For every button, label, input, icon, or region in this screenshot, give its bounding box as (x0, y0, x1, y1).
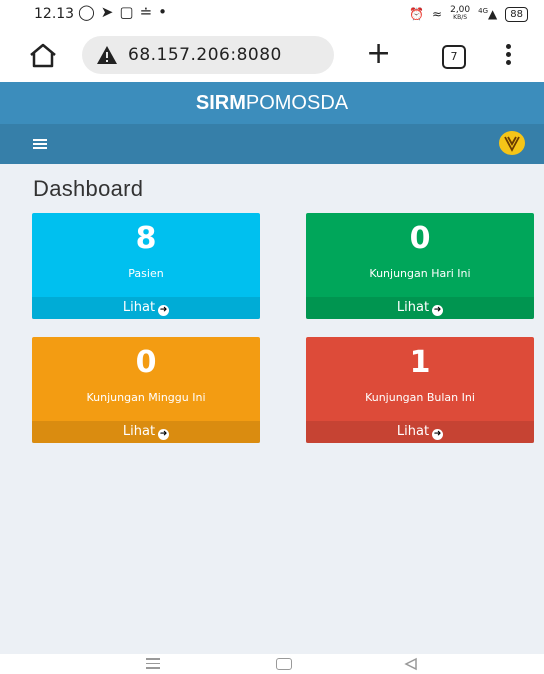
alarm-icon: ⏰ (409, 7, 425, 21)
stat-box-kunjungan-hari-ini: 0 Kunjungan Hari Ini Lihat ➜ (306, 213, 534, 319)
notification-icons: ◯➤▢≐• (78, 3, 173, 21)
url-text[interactable]: 68.157.206:8080 (128, 45, 282, 65)
tab-count: 7 (450, 50, 458, 63)
battery-level: 88 (510, 8, 523, 20)
stat-label: Pasien (128, 267, 164, 280)
app-logo[interactable]: SIRMPOMOSDA (0, 82, 544, 124)
network-type: 4G (478, 7, 489, 15)
lihat-label: Lihat (396, 300, 430, 315)
arrow-right-circle-icon: ➜ (432, 429, 444, 440)
brand-light: POMOSDA (245, 92, 349, 114)
page-title: Dashboard (33, 176, 144, 201)
plus-icon[interactable]: + (366, 36, 391, 72)
stat-box-kunjungan-bulan-ini: 1 Kunjungan Bulan Ini Lihat ➜ (306, 337, 534, 443)
home-button-icon[interactable] (276, 658, 292, 670)
data-speed-icon: 2,00 KB/S (450, 6, 470, 22)
stat-label: Kunjungan Bulan Ini (365, 391, 475, 404)
lihat-link[interactable]: Lihat ➜ (32, 421, 260, 443)
lihat-label: Lihat (122, 300, 156, 315)
signal-icon: 4G▲ (478, 7, 498, 21)
tv-icon: ▢ (119, 3, 140, 21)
stat-label: Kunjungan Minggu Ini (86, 391, 206, 404)
hamburger-icon[interactable] (33, 139, 47, 149)
stat-value: 1 (409, 345, 431, 380)
brand-bold: SIRM (195, 92, 246, 114)
content-area: Dashboard 8 Pasien Lihat ➜ 0 Kunjungan Ha… (0, 164, 544, 654)
logo-icon[interactable] (498, 130, 526, 156)
stat-box-kunjungan-minggu-ini: 0 Kunjungan Minggu Ini Lihat ➜ (32, 337, 260, 443)
lihat-label: Lihat (396, 424, 430, 439)
status-bar: 12.13 ◯➤▢≐• ⏰ ≈ 2,00 KB/S 4G▲ 88 (0, 0, 544, 28)
stat-box-pasien: 8 Pasien Lihat ➜ (32, 213, 260, 319)
warning-icon[interactable] (96, 45, 118, 65)
telegram-icon: ➤ (100, 3, 120, 21)
arrow-right-circle-icon: ➜ (158, 429, 170, 440)
lihat-link[interactable]: Lihat ➜ (306, 421, 534, 443)
home-icon[interactable] (28, 42, 58, 68)
arrow-right-circle-icon: ➜ (432, 305, 444, 316)
browser-toolbar: 68.157.206:8080 + 7 (0, 28, 544, 82)
speed-unit: KB/S (453, 14, 468, 21)
lihat-link[interactable]: Lihat ➜ (306, 297, 534, 319)
stat-value: 0 (409, 221, 431, 256)
back-icon[interactable] (404, 657, 418, 671)
speed-value: 2,00 (450, 5, 471, 15)
lihat-label: Lihat (122, 424, 156, 439)
address-bar[interactable]: 68.157.206:8080 (82, 36, 334, 74)
system-navigation-bar (0, 654, 544, 674)
whatsapp-icon: ◯ (78, 3, 101, 21)
tab-switcher-button[interactable]: 7 (442, 45, 466, 69)
arrow-right-circle-icon: ➜ (158, 305, 170, 316)
recent-apps-icon[interactable] (146, 658, 160, 672)
stat-value: 0 (135, 345, 157, 380)
dot-icon: • (158, 3, 173, 21)
vowifi-icon: ≈ (432, 7, 443, 21)
nfc-icon: ≐ (139, 3, 159, 21)
status-time: 12.13 (34, 6, 75, 22)
lihat-link[interactable]: Lihat ➜ (32, 297, 260, 319)
battery-icon: 88 (505, 6, 528, 22)
stat-label: Kunjungan Hari Ini (369, 267, 471, 280)
stat-value: 8 (135, 221, 157, 256)
system-status-icons: ⏰ ≈ 2,00 KB/S 4G▲ 88 (409, 6, 528, 22)
top-navbar (0, 124, 544, 164)
more-vertical-icon[interactable] (506, 44, 512, 68)
